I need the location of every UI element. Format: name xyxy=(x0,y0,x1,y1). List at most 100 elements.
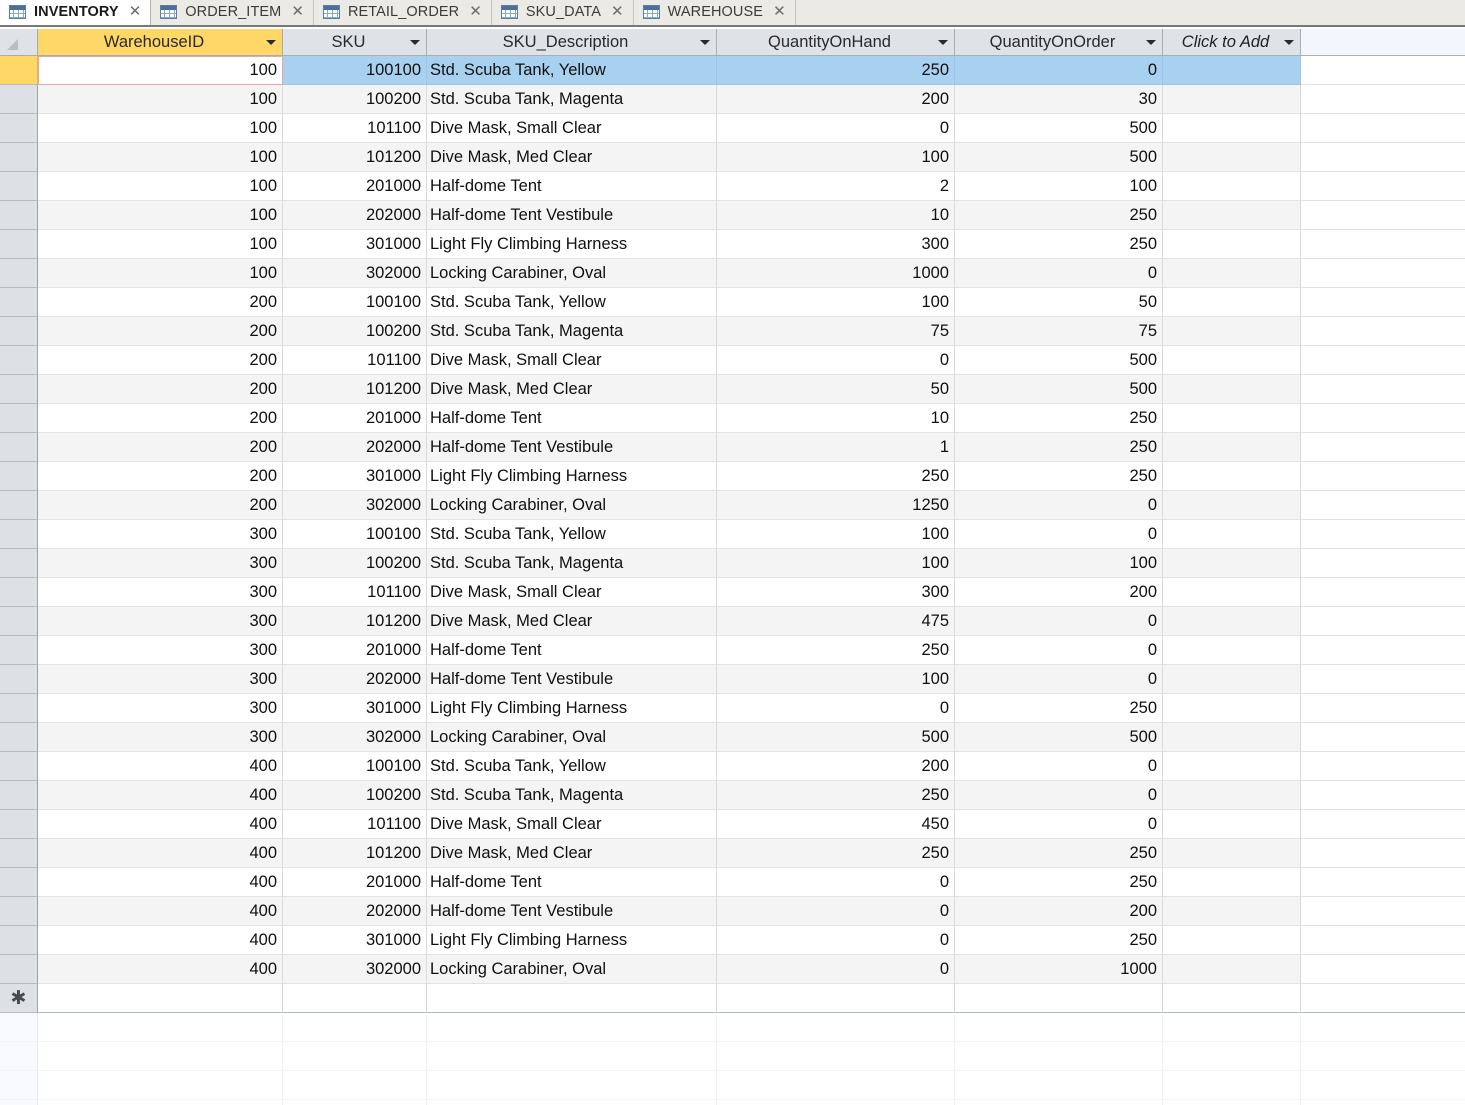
cell-sku[interactable]: 100200 xyxy=(283,549,427,578)
cell-quantityonorder[interactable]: 200 xyxy=(955,897,1163,926)
document-tab-inventory[interactable]: INVENTORY ✕ xyxy=(0,0,152,25)
select-all-corner[interactable] xyxy=(0,29,38,55)
cell-warehouseid[interactable]: 400 xyxy=(38,839,283,868)
cell-quantityonhand[interactable]: 200 xyxy=(717,752,955,781)
cell-sku[interactable]: 101200 xyxy=(283,607,427,636)
cell-quantityonorder[interactable]: 500 xyxy=(955,346,1163,375)
cell-clicktoadd[interactable] xyxy=(1163,781,1301,810)
table-row[interactable]: 100 302000 Locking Carabiner, Oval 1000 0 xyxy=(0,259,1465,288)
cell-warehouseid[interactable]: 300 xyxy=(38,694,283,723)
cell-quantityonorder[interactable]: 75 xyxy=(955,317,1163,346)
cell-sku[interactable]: 201000 xyxy=(283,636,427,665)
cell-sku[interactable]: 101200 xyxy=(283,375,427,404)
new-record-cell-quantityonorder[interactable] xyxy=(955,984,1163,1013)
cell-quantityonorder[interactable]: 250 xyxy=(955,230,1163,259)
cell-clicktoadd[interactable] xyxy=(1163,491,1301,520)
table-row[interactable]: 300 302000 Locking Carabiner, Oval 500 500 xyxy=(0,723,1465,752)
table-row[interactable]: 100 201000 Half-dome Tent 2 100 xyxy=(0,172,1465,201)
cell-quantityonorder[interactable]: 500 xyxy=(955,114,1163,143)
cell-sku_description[interactable]: Half-dome Tent xyxy=(427,404,717,433)
row-selector[interactable] xyxy=(0,636,38,665)
cell-clicktoadd[interactable] xyxy=(1163,172,1301,201)
table-row[interactable]: 200 202000 Half-dome Tent Vestibule 1 250 xyxy=(0,433,1465,462)
row-selector[interactable] xyxy=(0,955,38,984)
cell-warehouseid[interactable]: 200 xyxy=(38,462,283,491)
cell-quantityonhand[interactable]: 250 xyxy=(717,462,955,491)
table-row[interactable]: 100 301000 Light Fly Climbing Harness 300 25… xyxy=(0,230,1465,259)
cell-warehouseid[interactable]: 100 xyxy=(38,201,283,230)
cell-quantityonhand[interactable]: 200 xyxy=(717,85,955,114)
table-row[interactable]: 100 202000 Half-dome Tent Vestibule 10 250 xyxy=(0,201,1465,230)
cell-quantityonorder[interactable]: 0 xyxy=(955,665,1163,694)
cell-warehouseid[interactable]: 200 xyxy=(38,404,283,433)
cell-sku_description[interactable]: Std. Scuba Tank, Yellow xyxy=(427,520,717,549)
cell-quantityonorder[interactable]: 250 xyxy=(955,926,1163,955)
new-record-asterisk-icon[interactable]: ✱ xyxy=(0,984,38,1013)
cell-quantityonhand[interactable]: 0 xyxy=(717,897,955,926)
document-tab-order_item[interactable]: ORDER_ITEM ✕ xyxy=(151,0,314,25)
chevron-down-icon[interactable] xyxy=(410,40,420,45)
cell-quantityonhand[interactable]: 0 xyxy=(717,926,955,955)
cell-sku[interactable]: 202000 xyxy=(283,665,427,694)
cell-sku[interactable]: 100200 xyxy=(283,85,427,114)
row-selector[interactable] xyxy=(0,259,38,288)
cell-quantityonhand[interactable]: 250 xyxy=(717,56,955,85)
cell-quantityonorder[interactable]: 250 xyxy=(955,694,1163,723)
cell-sku_description[interactable]: Std. Scuba Tank, Magenta xyxy=(427,317,717,346)
document-tab-sku_data[interactable]: SKU_DATA ✕ xyxy=(491,0,634,25)
column-header-quantityonorder[interactable]: QuantityOnOrder xyxy=(955,29,1163,55)
row-selector[interactable] xyxy=(0,346,38,375)
cell-warehouseid[interactable]: 100 xyxy=(38,172,283,201)
cell-quantityonorder[interactable]: 250 xyxy=(955,404,1163,433)
row-selector[interactable] xyxy=(0,549,38,578)
table-row[interactable]: 200 101200 Dive Mask, Med Clear 50 500 xyxy=(0,375,1465,404)
row-selector[interactable] xyxy=(0,201,38,230)
column-header-clicktoadd[interactable]: Click to Add xyxy=(1163,29,1301,55)
cell-sku_description[interactable]: Std. Scuba Tank, Yellow xyxy=(427,288,717,317)
cell-sku[interactable]: 100100 xyxy=(283,520,427,549)
cell-warehouseid[interactable]: 300 xyxy=(38,549,283,578)
cell-clicktoadd[interactable] xyxy=(1163,955,1301,984)
row-selector[interactable] xyxy=(0,694,38,723)
cell-quantityonhand[interactable]: 500 xyxy=(717,723,955,752)
row-selector[interactable] xyxy=(0,288,38,317)
cell-sku[interactable]: 202000 xyxy=(283,433,427,462)
cell-warehouseid[interactable]: 100 xyxy=(38,143,283,172)
row-selector[interactable] xyxy=(0,114,38,143)
cell-clicktoadd[interactable] xyxy=(1163,665,1301,694)
cell-clicktoadd[interactable] xyxy=(1163,520,1301,549)
cell-clicktoadd[interactable] xyxy=(1163,433,1301,462)
cell-clicktoadd[interactable] xyxy=(1163,230,1301,259)
table-row[interactable]: 300 101100 Dive Mask, Small Clear 300 200 xyxy=(0,578,1465,607)
table-row[interactable]: 300 301000 Light Fly Climbing Harness 0 250 xyxy=(0,694,1465,723)
cell-warehouseid[interactable]: 200 xyxy=(38,346,283,375)
cell-quantityonhand[interactable]: 0 xyxy=(717,868,955,897)
cell-sku[interactable]: 101200 xyxy=(283,839,427,868)
table-row[interactable]: 200 301000 Light Fly Climbing Harness 250 25… xyxy=(0,462,1465,491)
new-record-cell-quantityonhand[interactable] xyxy=(717,984,955,1013)
cell-sku_description[interactable]: Std. Scuba Tank, Magenta xyxy=(427,781,717,810)
cell-sku_description[interactable]: Locking Carabiner, Oval xyxy=(427,491,717,520)
cell-sku_description[interactable]: Locking Carabiner, Oval xyxy=(427,955,717,984)
row-selector[interactable] xyxy=(0,462,38,491)
row-selector[interactable] xyxy=(0,85,38,114)
cell-quantityonhand[interactable]: 0 xyxy=(717,694,955,723)
cell-quantityonhand[interactable]: 100 xyxy=(717,520,955,549)
table-row[interactable]: 100 100200 Std. Scuba Tank, Magenta 200 30 xyxy=(0,85,1465,114)
cell-clicktoadd[interactable] xyxy=(1163,868,1301,897)
cell-clicktoadd[interactable] xyxy=(1163,636,1301,665)
cell-sku_description[interactable]: Dive Mask, Med Clear xyxy=(427,143,717,172)
cell-warehouseid[interactable]: 100 xyxy=(38,56,283,85)
cell-clicktoadd[interactable] xyxy=(1163,723,1301,752)
close-icon[interactable]: ✕ xyxy=(609,4,624,19)
cell-sku_description[interactable]: Half-dome Tent Vestibule xyxy=(427,897,717,926)
cell-sku[interactable]: 301000 xyxy=(283,926,427,955)
cell-sku[interactable]: 101100 xyxy=(283,346,427,375)
cell-clicktoadd[interactable] xyxy=(1163,85,1301,114)
document-tab-warehouse[interactable]: WAREHOUSE ✕ xyxy=(633,0,796,25)
column-header-sku_description[interactable]: SKU_Description xyxy=(427,29,717,55)
cell-sku[interactable]: 302000 xyxy=(283,955,427,984)
cell-quantityonhand[interactable]: 0 xyxy=(717,114,955,143)
table-row[interactable]: 200 201000 Half-dome Tent 10 250 xyxy=(0,404,1465,433)
cell-quantityonorder[interactable]: 50 xyxy=(955,288,1163,317)
